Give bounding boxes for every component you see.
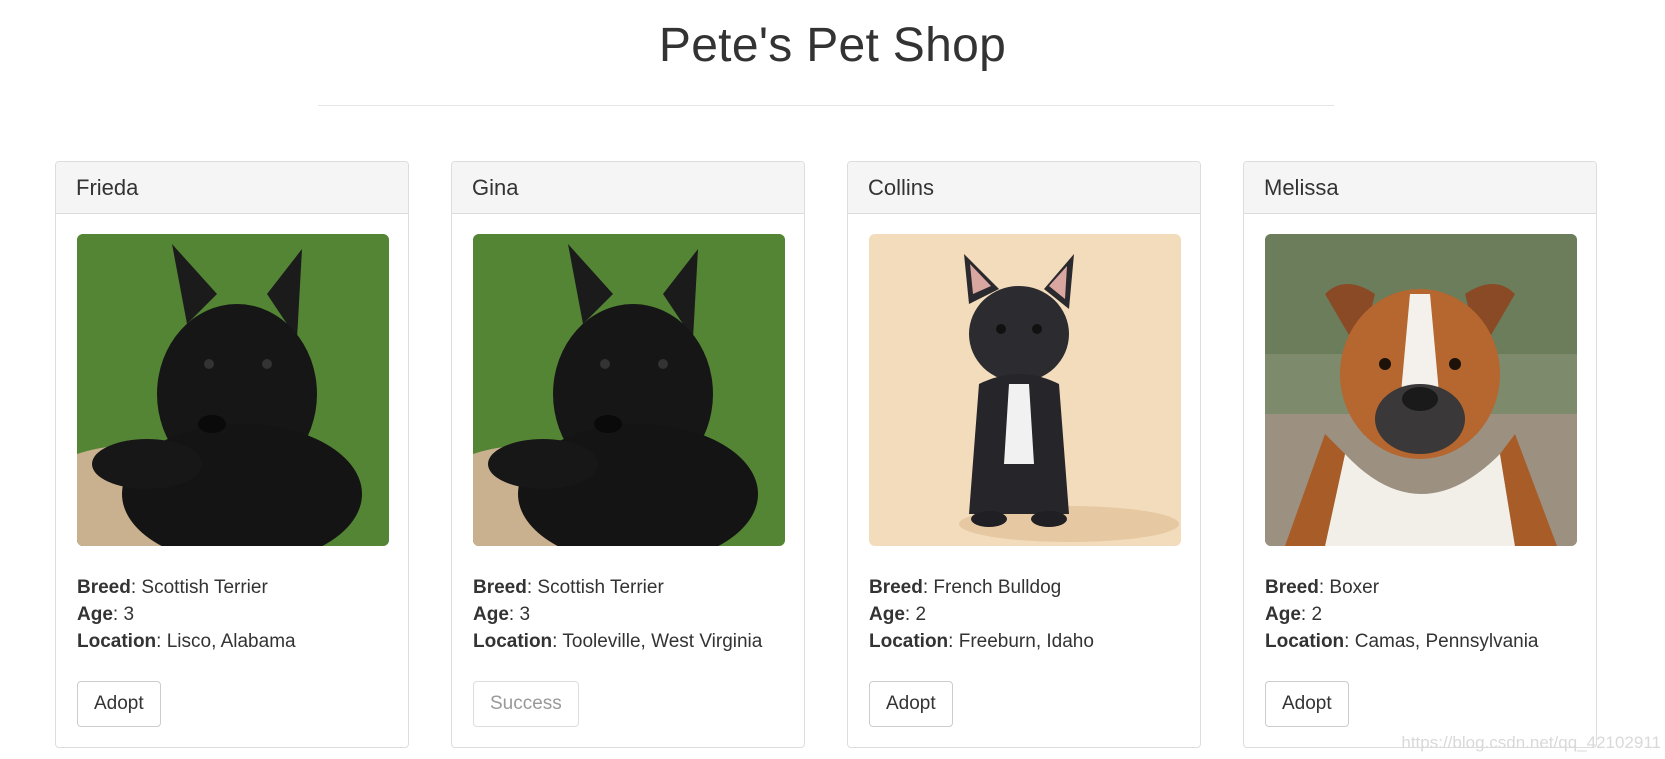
- breed-label: Breed: [1265, 577, 1319, 598]
- breed-label: Breed: [869, 577, 923, 598]
- pet-age: 3: [123, 604, 135, 625]
- location-label: Location: [1265, 631, 1345, 652]
- age-label: Age: [77, 604, 113, 625]
- pet-details: Breed: French Bulldog Age: 2 Location: F…: [869, 577, 1094, 652]
- pet-details: Breed: Scottish Terrier Age: 3 Location:…: [77, 577, 296, 652]
- location-label: Location: [473, 631, 553, 652]
- pet-location: Lisco, Alabama: [166, 631, 296, 652]
- page-title: Pete's Pet Shop: [658, 19, 1007, 72]
- pet-breed: Boxer: [1329, 577, 1380, 598]
- pet-name: Gina: [452, 162, 804, 214]
- breed-label: Breed: [473, 577, 527, 598]
- pet-location: Camas, Pennsylvania: [1354, 631, 1539, 652]
- adopt-button[interactable]: Adopt: [77, 681, 161, 727]
- pet-details: Breed: Boxer Age: 2 Location: Camas, Pen…: [1265, 577, 1539, 652]
- breed-label: Breed: [77, 577, 131, 598]
- french-bulldog-photo: [869, 234, 1181, 546]
- boxer-photo: [1265, 234, 1577, 546]
- location-label: Location: [869, 631, 949, 652]
- pet-breed: French Bulldog: [933, 577, 1062, 598]
- watermark: https://blog.csdn.net/qq_42102911: [1401, 733, 1661, 752]
- pet-name: Frieda: [56, 162, 408, 214]
- adopt-button[interactable]: Adopt: [1265, 681, 1349, 727]
- pet-card: Gina Breed: Scottish Terrier Age: 3 Loca…: [451, 161, 805, 748]
- location-label: Location: [77, 631, 157, 652]
- pet-breed: Scottish Terrier: [141, 577, 268, 598]
- title-divider: [318, 105, 1334, 106]
- scottish-terrier-photo: [77, 234, 389, 546]
- pet-details: Breed: Scottish Terrier Age: 3 Location:…: [473, 577, 763, 652]
- pet-age: 3: [519, 604, 531, 625]
- age-label: Age: [473, 604, 509, 625]
- pet-location: Freeburn, Idaho: [958, 631, 1094, 652]
- pet-card: Collins Breed: French Bulldog Age: 2 Loc…: [847, 161, 1201, 748]
- pet-age: 2: [915, 604, 927, 625]
- success-button[interactable]: Success: [473, 681, 579, 727]
- pet-breed: Scottish Terrier: [537, 577, 664, 598]
- scottish-terrier-photo: [473, 234, 785, 546]
- pet-name: Melissa: [1244, 162, 1596, 214]
- age-label: Age: [869, 604, 905, 625]
- adopt-button[interactable]: Adopt: [869, 681, 953, 727]
- pet-card: Melissa Breed: Boxer Age: 2 Location: Ca…: [1243, 161, 1597, 748]
- pet-name: Collins: [848, 162, 1200, 214]
- pet-age: 2: [1311, 604, 1323, 625]
- age-label: Age: [1265, 604, 1301, 625]
- pet-location: Tooleville, West Virginia: [562, 631, 763, 652]
- pet-list: Frieda Breed: Scottish Terrier Age: 3 Lo…: [55, 161, 1615, 751]
- pet-card: Frieda Breed: Scottish Terrier Age: 3 Lo…: [55, 161, 409, 748]
